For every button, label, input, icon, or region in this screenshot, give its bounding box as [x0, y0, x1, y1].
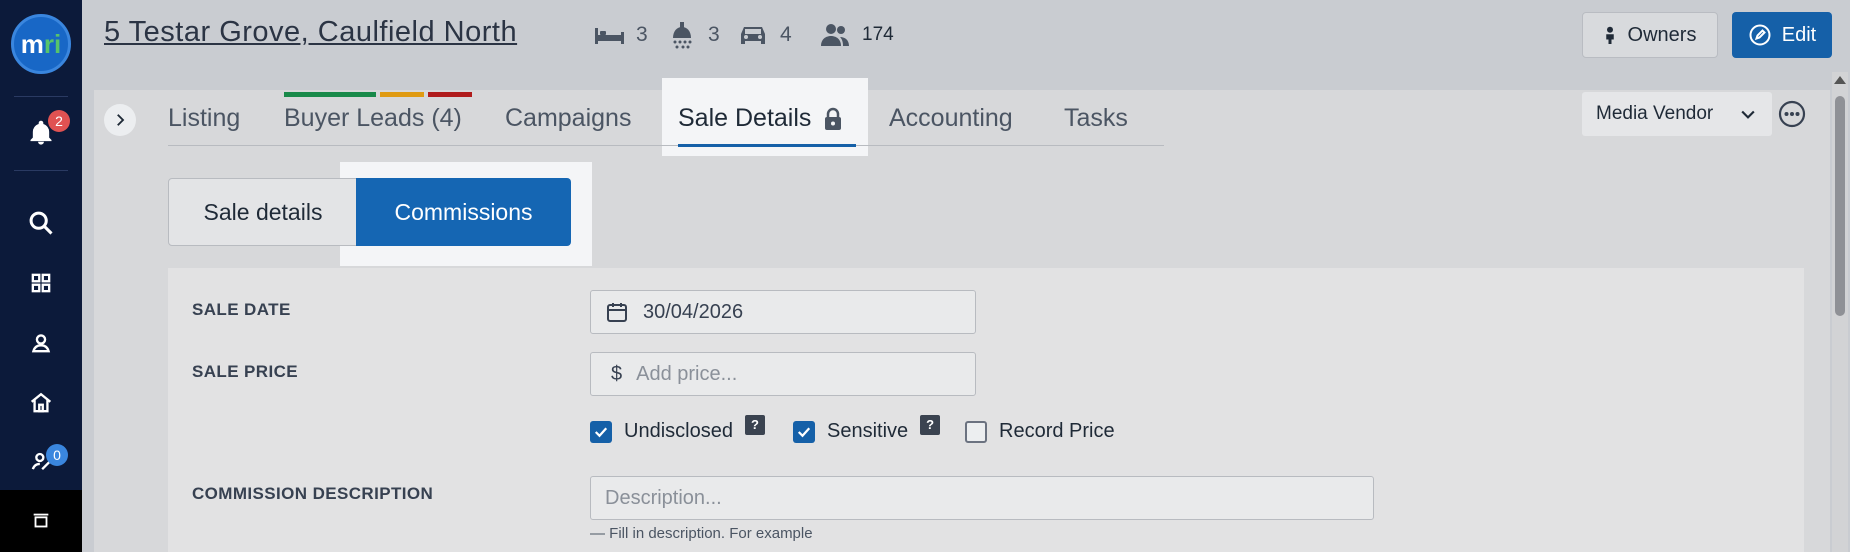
help-icon[interactable]: ?: [744, 414, 765, 435]
nav-divider: [14, 170, 68, 171]
bedrooms-stat: 3: [592, 20, 648, 50]
commission-description-label: COMMISSION DESCRIPTION: [192, 484, 434, 503]
bedrooms-count: 3: [636, 23, 648, 46]
record-price-label: Record Price: [999, 420, 1115, 442]
sensitive-checkbox[interactable]: [793, 420, 815, 443]
expand-panel-button[interactable]: [104, 104, 136, 136]
shower-icon: [673, 22, 692, 49]
contacts-count: 174: [862, 24, 894, 45]
calendar-icon: [607, 303, 627, 322]
sale-date-value: 30/04/2026: [643, 300, 744, 323]
bathrooms-stat: 3: [664, 20, 720, 50]
sale-price-placeholder: Add price...: [636, 362, 738, 385]
edit-button[interactable]: Edit: [1732, 12, 1832, 58]
description-hint: — Fill in description. For example: [590, 525, 813, 542]
bed-icon: [595, 28, 624, 44]
contacts-person-icon[interactable]: [22, 324, 60, 362]
bathrooms-count: 3: [708, 23, 720, 46]
tab-campaigns[interactable]: Campaigns: [505, 104, 631, 133]
search-icon[interactable]: [22, 204, 60, 242]
tab-accounting[interactable]: Accounting: [889, 104, 1013, 133]
lock-icon: [825, 107, 842, 130]
commission-description-field[interactable]: Description...: [590, 476, 1374, 520]
tab-tasks[interactable]: Tasks: [1064, 104, 1128, 133]
car-spaces-count: 4: [780, 23, 792, 46]
undisclosed-label: Undisclosed: [624, 420, 733, 442]
mri-logo[interactable]: m ri: [11, 14, 71, 74]
car-icon: [741, 27, 765, 44]
edit-label: Edit: [1781, 23, 1817, 46]
chevron-down-icon: [1741, 110, 1755, 119]
commissions-subtab[interactable]: Commissions: [356, 178, 571, 246]
more-options-icon[interactable]: [1778, 100, 1806, 128]
undisclosed-checkbox-group: Undisclosed ?: [590, 414, 765, 443]
sale-date-field[interactable]: 30/04/2026: [590, 290, 976, 334]
collapse-nav-button[interactable]: [0, 490, 82, 552]
left-nav: m ri 2 0: [0, 0, 82, 552]
property-header: 5 Testar Grove, Caulfield North 3 3 4 17…: [82, 0, 1850, 70]
currency-symbol: $: [611, 362, 623, 385]
active-tab-underline: [678, 144, 856, 147]
description-placeholder: Description...: [605, 486, 722, 509]
media-vendor-label: Media Vendor: [1596, 103, 1714, 124]
tab-sale-details-label: Sale Details: [678, 104, 812, 132]
help-icon[interactable]: ?: [920, 414, 941, 435]
owners-label: Owners: [1627, 23, 1697, 46]
media-vendor-dropdown[interactable]: Media Vendor: [1582, 92, 1772, 136]
sensitive-checkbox-group: Sensitive ?: [793, 414, 941, 443]
property-address[interactable]: 5 Testar Grove, Caulfield North: [104, 16, 517, 49]
tab-listing[interactable]: Listing: [168, 104, 240, 133]
undisclosed-checkbox[interactable]: [590, 420, 612, 443]
tab-buyer-leads[interactable]: Buyer Leads (4): [284, 104, 462, 133]
scroll-up-arrow-icon[interactable]: [1834, 76, 1846, 84]
checkmark-icon: [797, 426, 811, 437]
people-icon: [821, 24, 849, 46]
window-icon: [33, 513, 49, 528]
properties-home-icon[interactable]: [22, 384, 60, 422]
contacts-stat: 174: [818, 20, 894, 50]
sale-details-subtab[interactable]: Sale details: [168, 178, 358, 246]
notifications-count-badge: 2: [48, 110, 70, 132]
dashboard-grid-icon[interactable]: [22, 264, 60, 302]
lead-status-bar-amber: [380, 92, 424, 97]
car-spaces-stat: 4: [736, 20, 792, 50]
owner-person-icon: [1605, 26, 1614, 44]
chevron-right-icon: [117, 114, 125, 126]
property-tabs: Listing Buyer Leads (4) Campaigns Accoun…: [168, 104, 1164, 146]
edit-pencil-icon: [1749, 24, 1771, 46]
lead-status-bar-green: [284, 92, 376, 97]
lead-status-bar-red: [428, 92, 472, 97]
nav-divider: [14, 96, 68, 97]
tab-sale-details[interactable]: Sale Details: [678, 104, 843, 133]
sensitive-label: Sensitive: [827, 420, 909, 442]
record-price-checkbox-group: Record Price: [965, 420, 1115, 443]
scrollbar-thumb[interactable]: [1835, 96, 1845, 316]
owners-button[interactable]: Owners: [1582, 12, 1718, 58]
sale-date-label: SALE DATE: [192, 300, 291, 319]
sale-price-field[interactable]: $ Add price...: [590, 352, 976, 396]
record-price-checkbox[interactable]: [965, 420, 987, 443]
tasks-count-badge: 0: [46, 444, 68, 466]
sale-price-label: SALE PRICE: [192, 362, 299, 381]
checkmark-icon: [594, 426, 608, 437]
